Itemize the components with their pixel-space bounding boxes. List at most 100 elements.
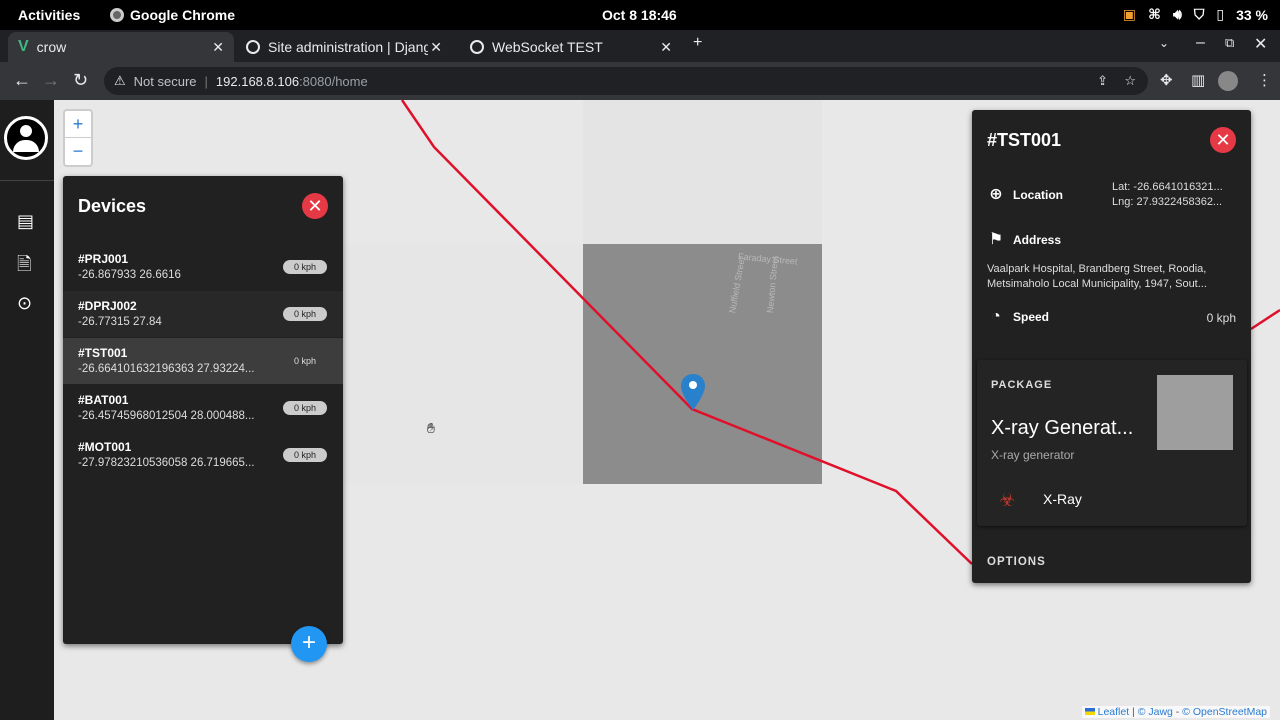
app-name: Google Chrome (130, 7, 236, 23)
close-window-button[interactable]: ✕ (1254, 34, 1267, 54)
url-host: 192.168.8.106 (215, 73, 300, 89)
clock[interactable]: Oct 8 18:46 (602, 7, 677, 23)
chrome-icon (110, 8, 124, 22)
app-menu[interactable]: Google Chrome (110, 7, 235, 23)
side-panel-icon[interactable]: ▥ (1191, 71, 1205, 89)
device-item-prj001[interactable]: #PRJ001 -26.867933 26.6616 0 kph (63, 244, 343, 290)
map-attribution: Leaflet | © Jawg - © OpenStreetMap (1081, 706, 1270, 718)
package-image (1157, 375, 1233, 450)
signpost-icon: ⚑ (988, 231, 1004, 248)
device-coords: -26.77315 27.84 (78, 316, 162, 328)
back-icon[interactable]: ← (13, 70, 31, 91)
device-item-mot001[interactable]: #MOT001 -27.97823210536058 26.719665... … (63, 432, 343, 478)
close-devices-button[interactable]: ✕ (302, 193, 328, 219)
tab-websocket[interactable]: WebSocket TEST ✕ (460, 32, 682, 62)
ukraine-flag-icon (1084, 708, 1095, 715)
device-item-bat001[interactable]: #BAT001 -26.45745968012504 28.000488... … (63, 385, 343, 431)
chrome-menu-icon[interactable]: ⋮ (1257, 71, 1272, 89)
add-device-button[interactable]: + (291, 626, 327, 662)
speed-label: Speed (1013, 310, 1050, 324)
device-coords: -26.867933 26.6616 (78, 269, 181, 281)
address-line: Vaalpark Hospital, Brandberg Street, Roo… (987, 263, 1207, 275)
device-detail-panel: #TST001 ✕ ⊕ Location Lat: -26.6641016321… (972, 110, 1251, 583)
device-item-dprj002[interactable]: #DPRJ002 -26.77315 27.84 0 kph (63, 291, 343, 337)
battery-icon[interactable]: ▯ (1216, 6, 1224, 23)
tab-strip: V crow ✕ Site administration | Djang ✕ W… (0, 30, 1280, 62)
speed-chip: 0 kph (283, 307, 327, 321)
vue-favicon-icon: V (18, 38, 29, 55)
longitude: Lng: 27.9322458362... (1112, 196, 1223, 208)
user-avatar-icon[interactable] (4, 116, 48, 160)
tab-search-icon[interactable]: ⌄ (1159, 36, 1169, 50)
activities-button[interactable]: Activities (18, 7, 80, 23)
bookmark-star-icon[interactable]: ☆ (1124, 73, 1136, 89)
zoom-out-button[interactable]: − (65, 138, 91, 165)
shield-icon[interactable]: ⛉ (1194, 6, 1205, 23)
minimize-button[interactable]: – (1196, 34, 1205, 52)
speed-chip: 0 kph (293, 356, 317, 366)
location-row: ⊕ Location (987, 186, 1063, 204)
devices-nav-icon[interactable]: ▤ (17, 211, 34, 232)
more-options-icon[interactable]: ⊙ (17, 293, 32, 314)
speedometer-icon: ◔ (991, 308, 1001, 325)
osm-link[interactable]: © OpenStreetMap (1182, 706, 1267, 718)
warning-icon[interactable]: ⚠ (114, 73, 126, 89)
zoom-in-button[interactable]: + (65, 111, 91, 138)
device-item-tst001[interactable]: #TST001 -26.664101632196363 27.93224... … (63, 338, 343, 384)
volume-icon[interactable]: 🔊︎ (1173, 6, 1182, 23)
profile-avatar[interactable] (1218, 71, 1238, 91)
network-icon[interactable]: ⌘ (1148, 6, 1161, 23)
options-button[interactable]: OPTIONS (987, 556, 1046, 568)
package-name: X-ray Generat... (991, 417, 1134, 439)
forward-icon[interactable]: → (42, 70, 60, 91)
devices-title: Devices (78, 196, 147, 216)
new-tab-button[interactable]: + (693, 34, 702, 52)
extensions-icon[interactable]: ✥ (1160, 71, 1173, 89)
battery-percent: 33 % (1236, 6, 1268, 23)
speed-chip: 0 kph (283, 448, 327, 462)
globe-icon (246, 40, 260, 54)
close-tab-icon[interactable]: ✕ (660, 39, 672, 56)
app-sidebar: ▤ 🗎︎ ⊙ (0, 100, 54, 720)
address-text: Vaalpark Hospital, Brandberg Street, Roo… (987, 262, 1237, 292)
package-subtitle: X-ray generator (991, 448, 1075, 462)
share-icon[interactable]: ⇪ (1097, 73, 1108, 89)
speed-row: ◔ Speed (987, 308, 1049, 326)
system-top-bar: Activities Google Chrome Oct 8 18:46 ▣ ⌘… (0, 0, 1280, 30)
close-detail-button[interactable]: ✕ (1210, 127, 1236, 153)
divider: | (204, 73, 208, 89)
hazard-label: X-Ray (1043, 491, 1082, 507)
screenshot-icon[interactable]: ▣ (1123, 6, 1136, 23)
crosshair-icon: ⊕ (989, 186, 1003, 203)
url-path: :8080/home (299, 73, 368, 89)
tab-label: Site administration | Djang (268, 39, 428, 55)
maximize-button[interactable]: ⧉ (1225, 35, 1234, 51)
detail-title: #TST001 (987, 130, 1062, 150)
address-label: Address (1013, 233, 1062, 247)
device-coords: -26.664101632196363 27.93224... (78, 363, 255, 375)
speed-chip: 0 kph (283, 260, 327, 274)
system-tray[interactable]: ▣ ⌘ 🔊︎ ⛉ ▯ 33 % (1123, 6, 1268, 23)
tab-site-admin[interactable]: Site administration | Djang ✕ (236, 32, 452, 62)
globe-icon (470, 40, 484, 54)
address-bar[interactable]: ⚠ Not secure | 192.168.8.106:8080/home ⇪… (104, 67, 1148, 95)
grab-cursor-icon: ✋︎ (427, 420, 435, 436)
location-label: Location (1013, 188, 1063, 202)
latitude: Lat: -26.6641016321... (1112, 181, 1223, 193)
browser-toolbar: ← → ↻ ⚠ Not secure | 192.168.8.106:8080/… (0, 62, 1280, 100)
zoom-control: + − (63, 109, 93, 167)
tab-label: crow (36, 39, 67, 55)
speed-value: 0 kph (1206, 311, 1236, 325)
leaflet-link[interactable]: Leaflet (1098, 706, 1130, 718)
close-tab-icon[interactable]: ✕ (212, 39, 224, 56)
document-nav-icon[interactable]: 🗎︎ (17, 252, 31, 282)
tab-crow[interactable]: V crow ✕ (8, 32, 234, 62)
tab-label: WebSocket TEST (492, 39, 603, 55)
reload-icon[interactable]: ↻ (73, 70, 88, 91)
map-marker-icon[interactable] (681, 374, 705, 410)
biohazard-icon: ☣ (999, 490, 1016, 510)
address-row: ⚑ Address (987, 231, 1061, 249)
package-label: PACKAGE (991, 379, 1053, 391)
close-tab-icon[interactable]: ✕ (430, 39, 442, 56)
jawg-link[interactable]: © Jawg (1138, 706, 1173, 718)
